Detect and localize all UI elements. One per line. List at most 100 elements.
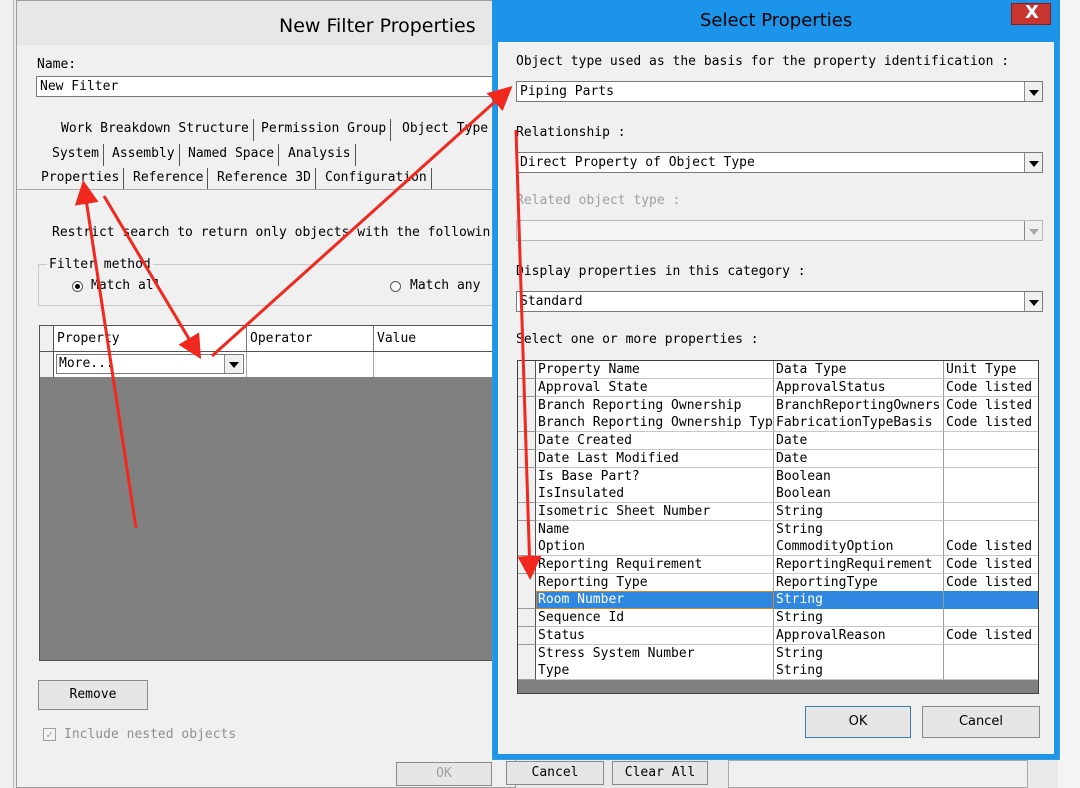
close-button[interactable]: X <box>1011 2 1051 25</box>
related-type-dropdown-icon[interactable] <box>1024 221 1042 240</box>
filter-grid[interactable]: Property Operator Value More... <box>39 325 500 661</box>
property-row[interactable]: Type String <box>518 662 1038 681</box>
unit-type-cell: Code listed <box>944 379 1038 397</box>
row-selector[interactable] <box>518 432 536 451</box>
tab-analysis[interactable]: Analysis <box>284 144 356 166</box>
row-selector[interactable] <box>518 414 536 433</box>
property-row[interactable]: Reporting Type ReportingType Code listed <box>518 573 1038 592</box>
select-properties-label: Select one or more properties : <box>516 332 759 347</box>
include-nested-checkbox[interactable]: ✓ <box>43 728 56 741</box>
new-filter-title-bar[interactable]: New Filter Properties <box>17 1 517 45</box>
object-type-combo[interactable]: Piping Parts <box>516 81 1043 102</box>
tab-object-type[interactable]: Object Type <box>398 119 492 141</box>
match-all-label: Match all <box>91 278 162 293</box>
property-row[interactable]: Branch Reporting Ownership BranchReportin… <box>518 396 1038 415</box>
property-row[interactable]: Sequence Id String <box>518 609 1038 628</box>
tab-reference[interactable]: Reference <box>129 168 209 190</box>
unit-type-cell: Code listed <box>944 414 1038 433</box>
unit-type-cell <box>944 662 1038 681</box>
property-row[interactable]: Is Base Part? Boolean <box>518 467 1038 486</box>
select-properties-title-bar[interactable]: Select Properties <box>492 0 1060 42</box>
row-selector[interactable] <box>518 485 536 504</box>
row-selector[interactable] <box>518 609 536 628</box>
object-type-dropdown-icon[interactable] <box>1024 82 1042 101</box>
row-selector[interactable] <box>518 449 536 468</box>
data-type-cell: String <box>774 591 944 610</box>
property-row[interactable]: Reporting Requirement ReportingRequiremen… <box>518 556 1038 574</box>
select-properties-cancel-button[interactable]: Cancel <box>922 706 1040 738</box>
related-type-combo[interactable] <box>516 220 1043 241</box>
relationship-combo[interactable]: Direct Property of Object Type <box>516 152 1043 173</box>
row-selector[interactable] <box>518 520 536 539</box>
name-input[interactable]: New Filter <box>36 76 511 97</box>
unit-type-cell: Code listed <box>944 397 1038 415</box>
row-selector[interactable] <box>518 502 536 521</box>
property-name-cell: Reporting Type <box>536 573 774 592</box>
header-value[interactable]: Value <box>377 331 416 346</box>
row-selector[interactable] <box>518 662 536 681</box>
property-row[interactable]: Room Number String <box>518 591 1038 610</box>
tab-configuration[interactable]: Configuration <box>321 168 432 190</box>
row-selector[interactable] <box>518 556 536 574</box>
property-row[interactable]: Name String <box>518 520 1038 539</box>
row-selector[interactable] <box>518 626 536 645</box>
property-row[interactable]: Date Last Modified Date <box>518 449 1038 468</box>
unit-type-cell <box>944 468 1038 486</box>
property-row[interactable]: Option CommodityOption Code listed <box>518 538 1038 557</box>
category-label: Display properties in this category : <box>516 264 806 279</box>
category-combo[interactable]: Standard <box>516 291 1043 312</box>
tab-system[interactable]: System <box>48 144 104 166</box>
background-panel <box>728 760 1028 788</box>
new-filter-cancel-button[interactable]: Cancel <box>506 761 604 785</box>
header-property[interactable]: Property <box>57 331 120 346</box>
tab-assembly[interactable]: Assembly <box>108 144 180 166</box>
row-selector[interactable] <box>518 379 536 397</box>
close-icon: X <box>1025 2 1039 23</box>
data-type-cell: Date <box>774 432 944 451</box>
property-row[interactable]: Approval State ApprovalStatus Code listed <box>518 379 1038 397</box>
category-dropdown-icon[interactable] <box>1024 292 1042 311</box>
properties-table[interactable]: Property Name Data Type Unit Type Approv… <box>517 360 1039 694</box>
header-data-type[interactable]: Data Type <box>774 361 944 379</box>
tab-reference-3d[interactable]: Reference 3D <box>213 168 316 190</box>
row-selector[interactable] <box>518 538 536 557</box>
property-row[interactable]: Status ApprovalReason Code listed <box>518 626 1038 645</box>
remove-button[interactable]: Remove <box>38 680 148 710</box>
data-type-cell: Boolean <box>774 467 944 486</box>
tab-work-breakdown-structure[interactable]: Work Breakdown Structure <box>57 119 254 141</box>
row-selector[interactable] <box>518 396 536 415</box>
property-name-cell: Sequence Id <box>536 609 774 628</box>
row-selector[interactable] <box>518 573 536 592</box>
new-filter-ok-button[interactable]: OK <box>396 762 492 786</box>
match-all-radio[interactable] <box>72 281 83 292</box>
property-row[interactable]: Isometric Sheet Number String <box>518 502 1038 521</box>
property-dropdown-icon[interactable] <box>224 355 242 373</box>
background-window-left <box>0 0 14 788</box>
property-name-cell: Stress System Number <box>536 644 774 663</box>
match-any-radio[interactable] <box>390 281 401 292</box>
row-selector[interactable] <box>518 467 536 486</box>
tab-permission-group[interactable]: Permission Group <box>257 119 392 141</box>
property-row[interactable]: IsInsulated Boolean <box>518 485 1038 504</box>
relationship-dropdown-icon[interactable] <box>1024 153 1042 172</box>
filter-method-label: Filter method <box>47 257 153 272</box>
data-type-cell: Date <box>774 449 944 468</box>
header-operator[interactable]: Operator <box>250 331 313 346</box>
property-row[interactable]: Date Created Date <box>518 432 1038 451</box>
row-selector[interactable] <box>518 591 536 610</box>
clear-all-button[interactable]: Clear All <box>612 761 708 785</box>
select-properties-ok-button[interactable]: OK <box>805 706 911 738</box>
header-property-name[interactable]: Property Name <box>536 361 774 379</box>
select-properties-title: Select Properties <box>700 10 853 31</box>
tab-named-space[interactable]: Named Space <box>184 144 280 166</box>
tab-properties[interactable]: Properties <box>37 168 125 190</box>
include-nested-label: Include nested objects <box>64 727 237 742</box>
property-combo[interactable]: More... <box>56 354 244 374</box>
name-label: Name: <box>37 57 77 72</box>
property-row[interactable]: Stress System Number String <box>518 644 1038 663</box>
header-unit-type[interactable]: Unit Type <box>944 361 1038 379</box>
data-type-cell: ApprovalStatus <box>774 379 944 397</box>
row-selector[interactable] <box>518 644 536 663</box>
properties-table-header: Property Name Data Type Unit Type <box>518 361 1038 379</box>
property-row[interactable]: Branch Reporting Ownership Typ Fabricatio… <box>518 414 1038 433</box>
